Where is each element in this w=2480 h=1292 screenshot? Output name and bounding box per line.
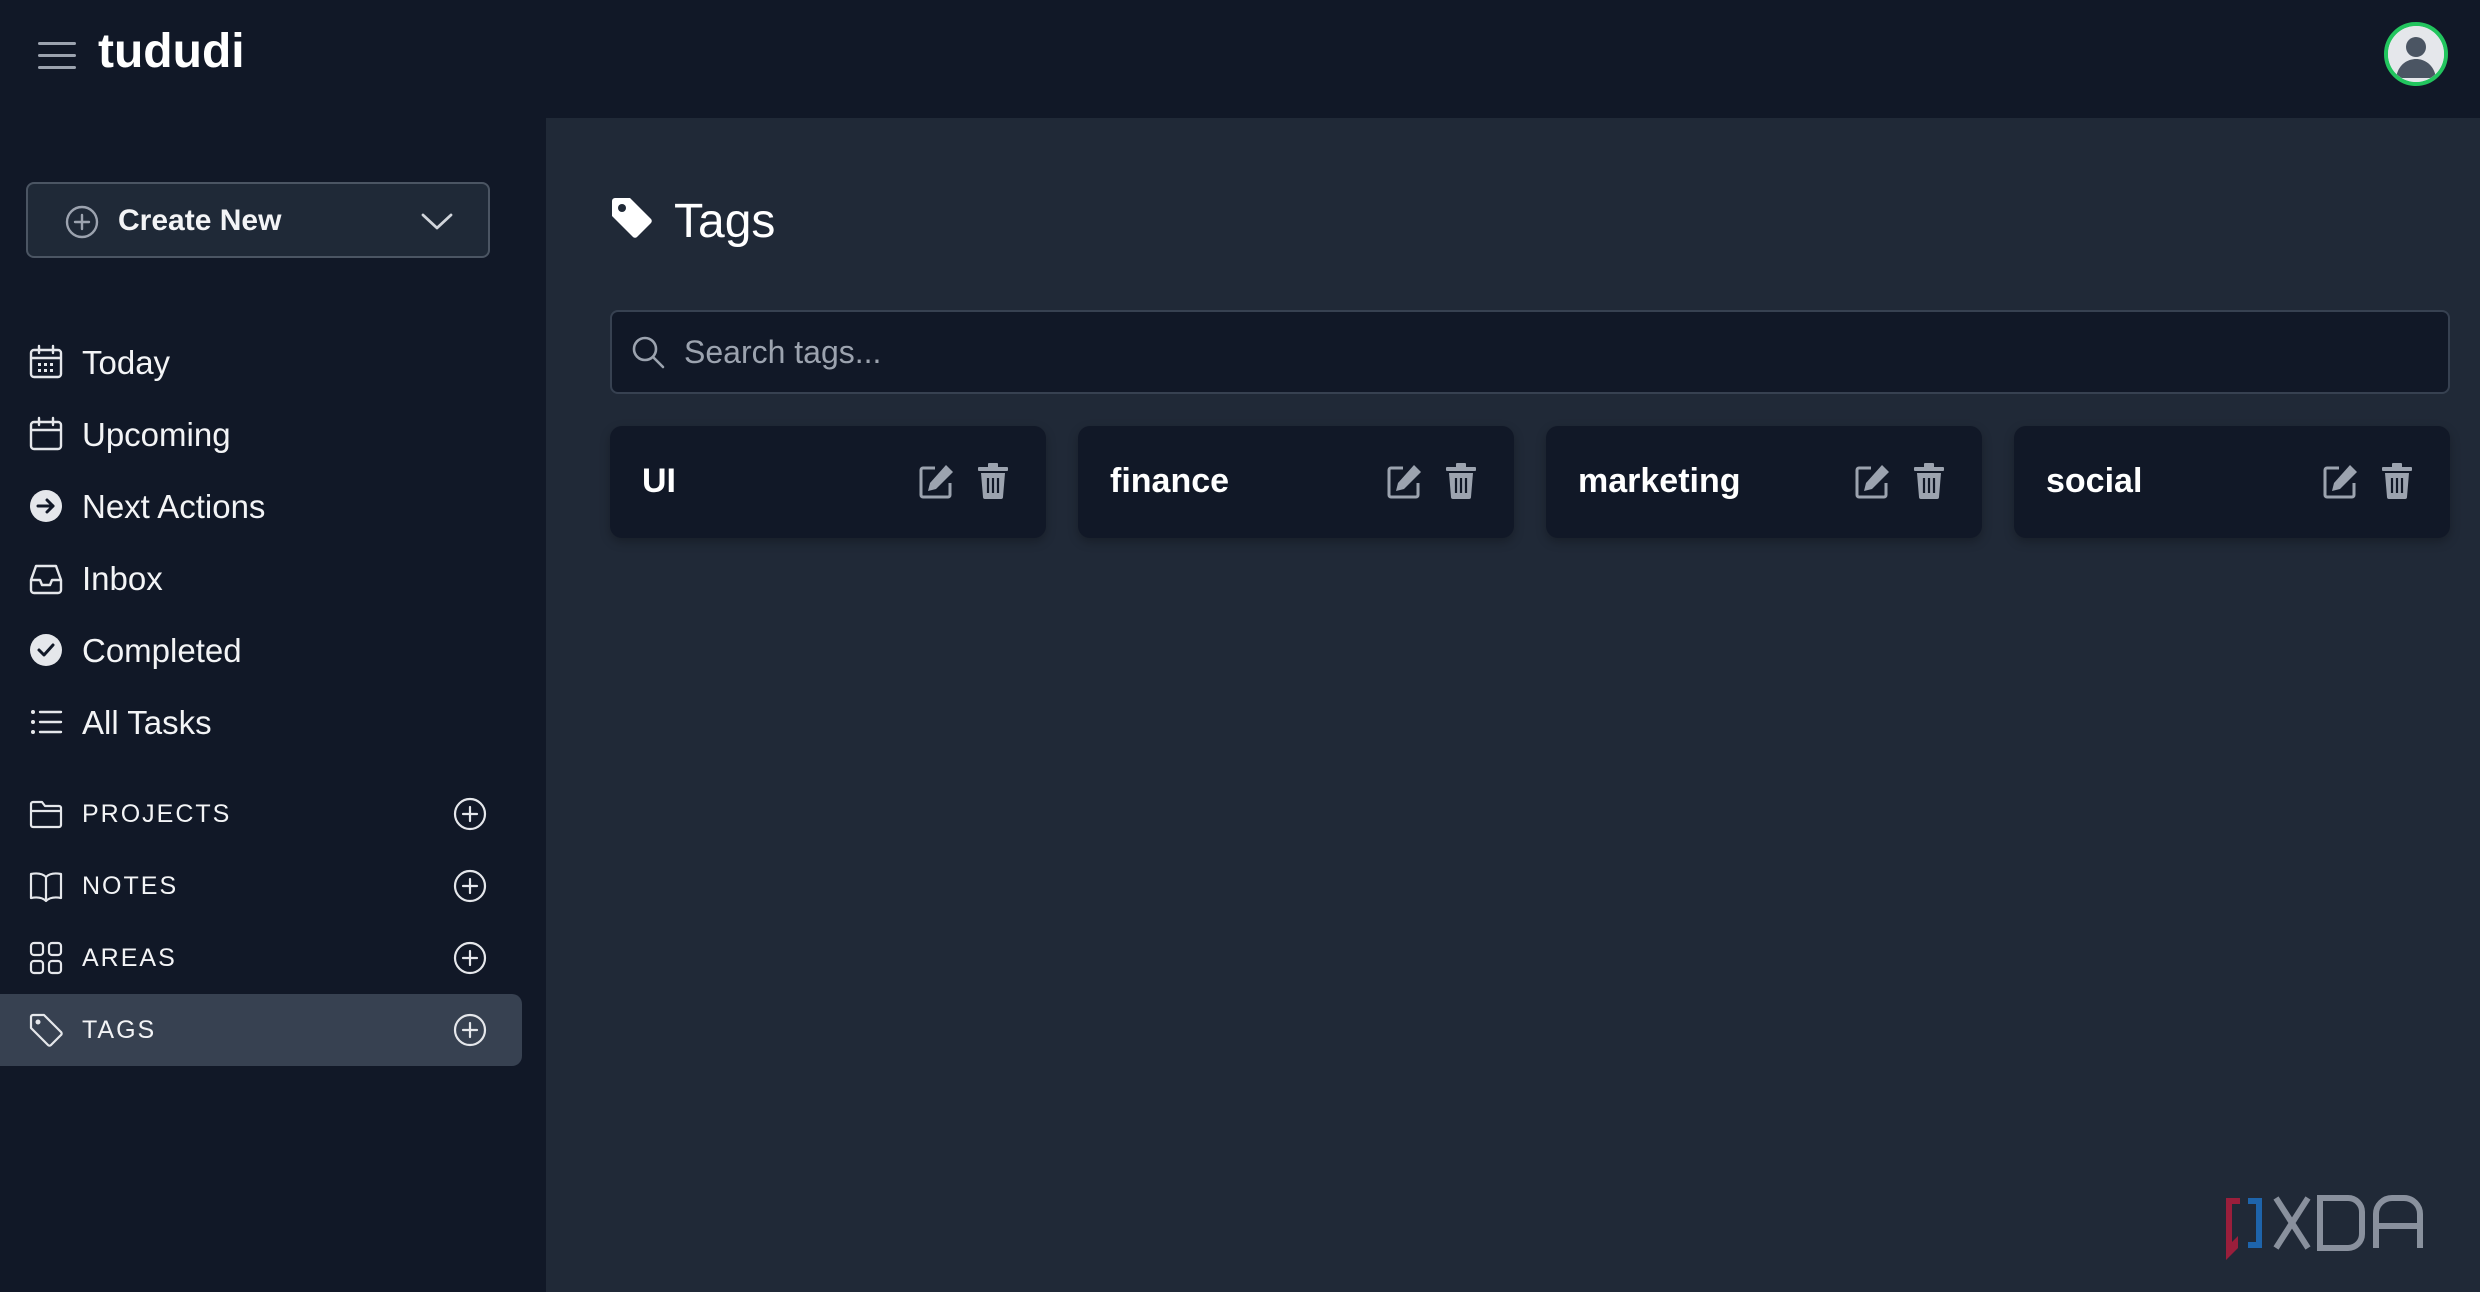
user-avatar-icon[interactable]: [2384, 22, 2448, 86]
create-new-button[interactable]: Create New: [26, 182, 490, 258]
plus-circle-icon: [64, 204, 100, 245]
sidebar-section-notes[interactable]: NOTES: [0, 850, 522, 922]
xda-watermark-logo: [2222, 1190, 2458, 1262]
arrow-circle-right-icon: [28, 488, 64, 524]
sidebar-section-areas[interactable]: AREAS: [0, 922, 522, 994]
sidebar-section-label: TAGS: [82, 1016, 157, 1044]
inbox-icon: [28, 560, 64, 596]
tag-card[interactable]: finance: [1078, 426, 1514, 538]
calendar-today-icon: [28, 344, 64, 380]
trash-icon[interactable]: [2380, 462, 2414, 500]
tag-card[interactable]: UI: [610, 426, 1046, 538]
edit-icon[interactable]: [918, 462, 956, 500]
tag-name: marketing: [1578, 462, 1741, 500]
tag-name: finance: [1110, 462, 1230, 500]
sidebar-item-all-tasks[interactable]: All Tasks: [0, 690, 520, 754]
calendar-icon: [28, 416, 64, 452]
trash-icon[interactable]: [976, 462, 1010, 500]
edit-icon[interactable]: [1854, 462, 1892, 500]
edit-icon[interactable]: [2322, 462, 2360, 500]
sidebar-section-label: PROJECTS: [82, 800, 232, 828]
sidebar-item-label: Completed: [82, 632, 242, 669]
tag-icon: [28, 1012, 64, 1048]
search-icon: [630, 334, 666, 375]
tag-name: social: [2046, 462, 2143, 500]
sidebar-section-label: NOTES: [82, 872, 179, 900]
create-new-label: Create New: [118, 204, 282, 237]
sidebar-item-upcoming[interactable]: Upcoming: [0, 402, 520, 466]
app-title[interactable]: tududi: [98, 24, 245, 79]
page-title: Tags: [674, 195, 776, 248]
chevron-down-icon: [420, 206, 454, 241]
sidebar-item-next-actions[interactable]: Next Actions: [0, 474, 520, 538]
add-area-icon[interactable]: [452, 940, 488, 976]
folder-icon: [28, 796, 64, 832]
check-circle-icon: [28, 632, 64, 668]
search-input[interactable]: [682, 326, 2422, 378]
sidebar-section-label: AREAS: [82, 944, 177, 972]
sidebar-item-label: Next Actions: [82, 488, 266, 525]
add-note-icon[interactable]: [452, 868, 488, 904]
tag-icon: [610, 196, 654, 245]
main-content: Tags UI: [546, 118, 2480, 1292]
tag-card[interactable]: marketing: [1546, 426, 1982, 538]
sidebar-item-label: Inbox: [82, 560, 163, 597]
trash-icon[interactable]: [1912, 462, 1946, 500]
top-bar: tududi: [0, 0, 2480, 118]
sidebar-section-projects[interactable]: PROJECTS: [0, 778, 522, 850]
tag-name: UI: [642, 462, 676, 500]
sidebar-section-tags[interactable]: TAGS: [0, 994, 522, 1066]
sidebar: Create New Today Upcoming Next Actions I…: [0, 118, 546, 1292]
trash-icon[interactable]: [1444, 462, 1478, 500]
sidebar-item-completed[interactable]: Completed: [0, 618, 520, 682]
edit-icon[interactable]: [1386, 462, 1424, 500]
hamburger-icon[interactable]: [38, 40, 76, 72]
sidebar-item-label: Upcoming: [82, 416, 231, 453]
search-box[interactable]: [610, 310, 2450, 394]
sidebar-item-today[interactable]: Today: [0, 330, 520, 394]
list-icon: [28, 704, 64, 740]
sidebar-item-inbox[interactable]: Inbox: [0, 546, 520, 610]
sidebar-item-label: All Tasks: [82, 704, 212, 741]
add-project-icon[interactable]: [452, 796, 488, 832]
grid-icon: [28, 940, 64, 976]
tag-card[interactable]: social: [2014, 426, 2450, 538]
sidebar-item-label: Today: [82, 344, 171, 381]
book-icon: [28, 868, 64, 904]
add-tag-icon[interactable]: [452, 1012, 488, 1048]
